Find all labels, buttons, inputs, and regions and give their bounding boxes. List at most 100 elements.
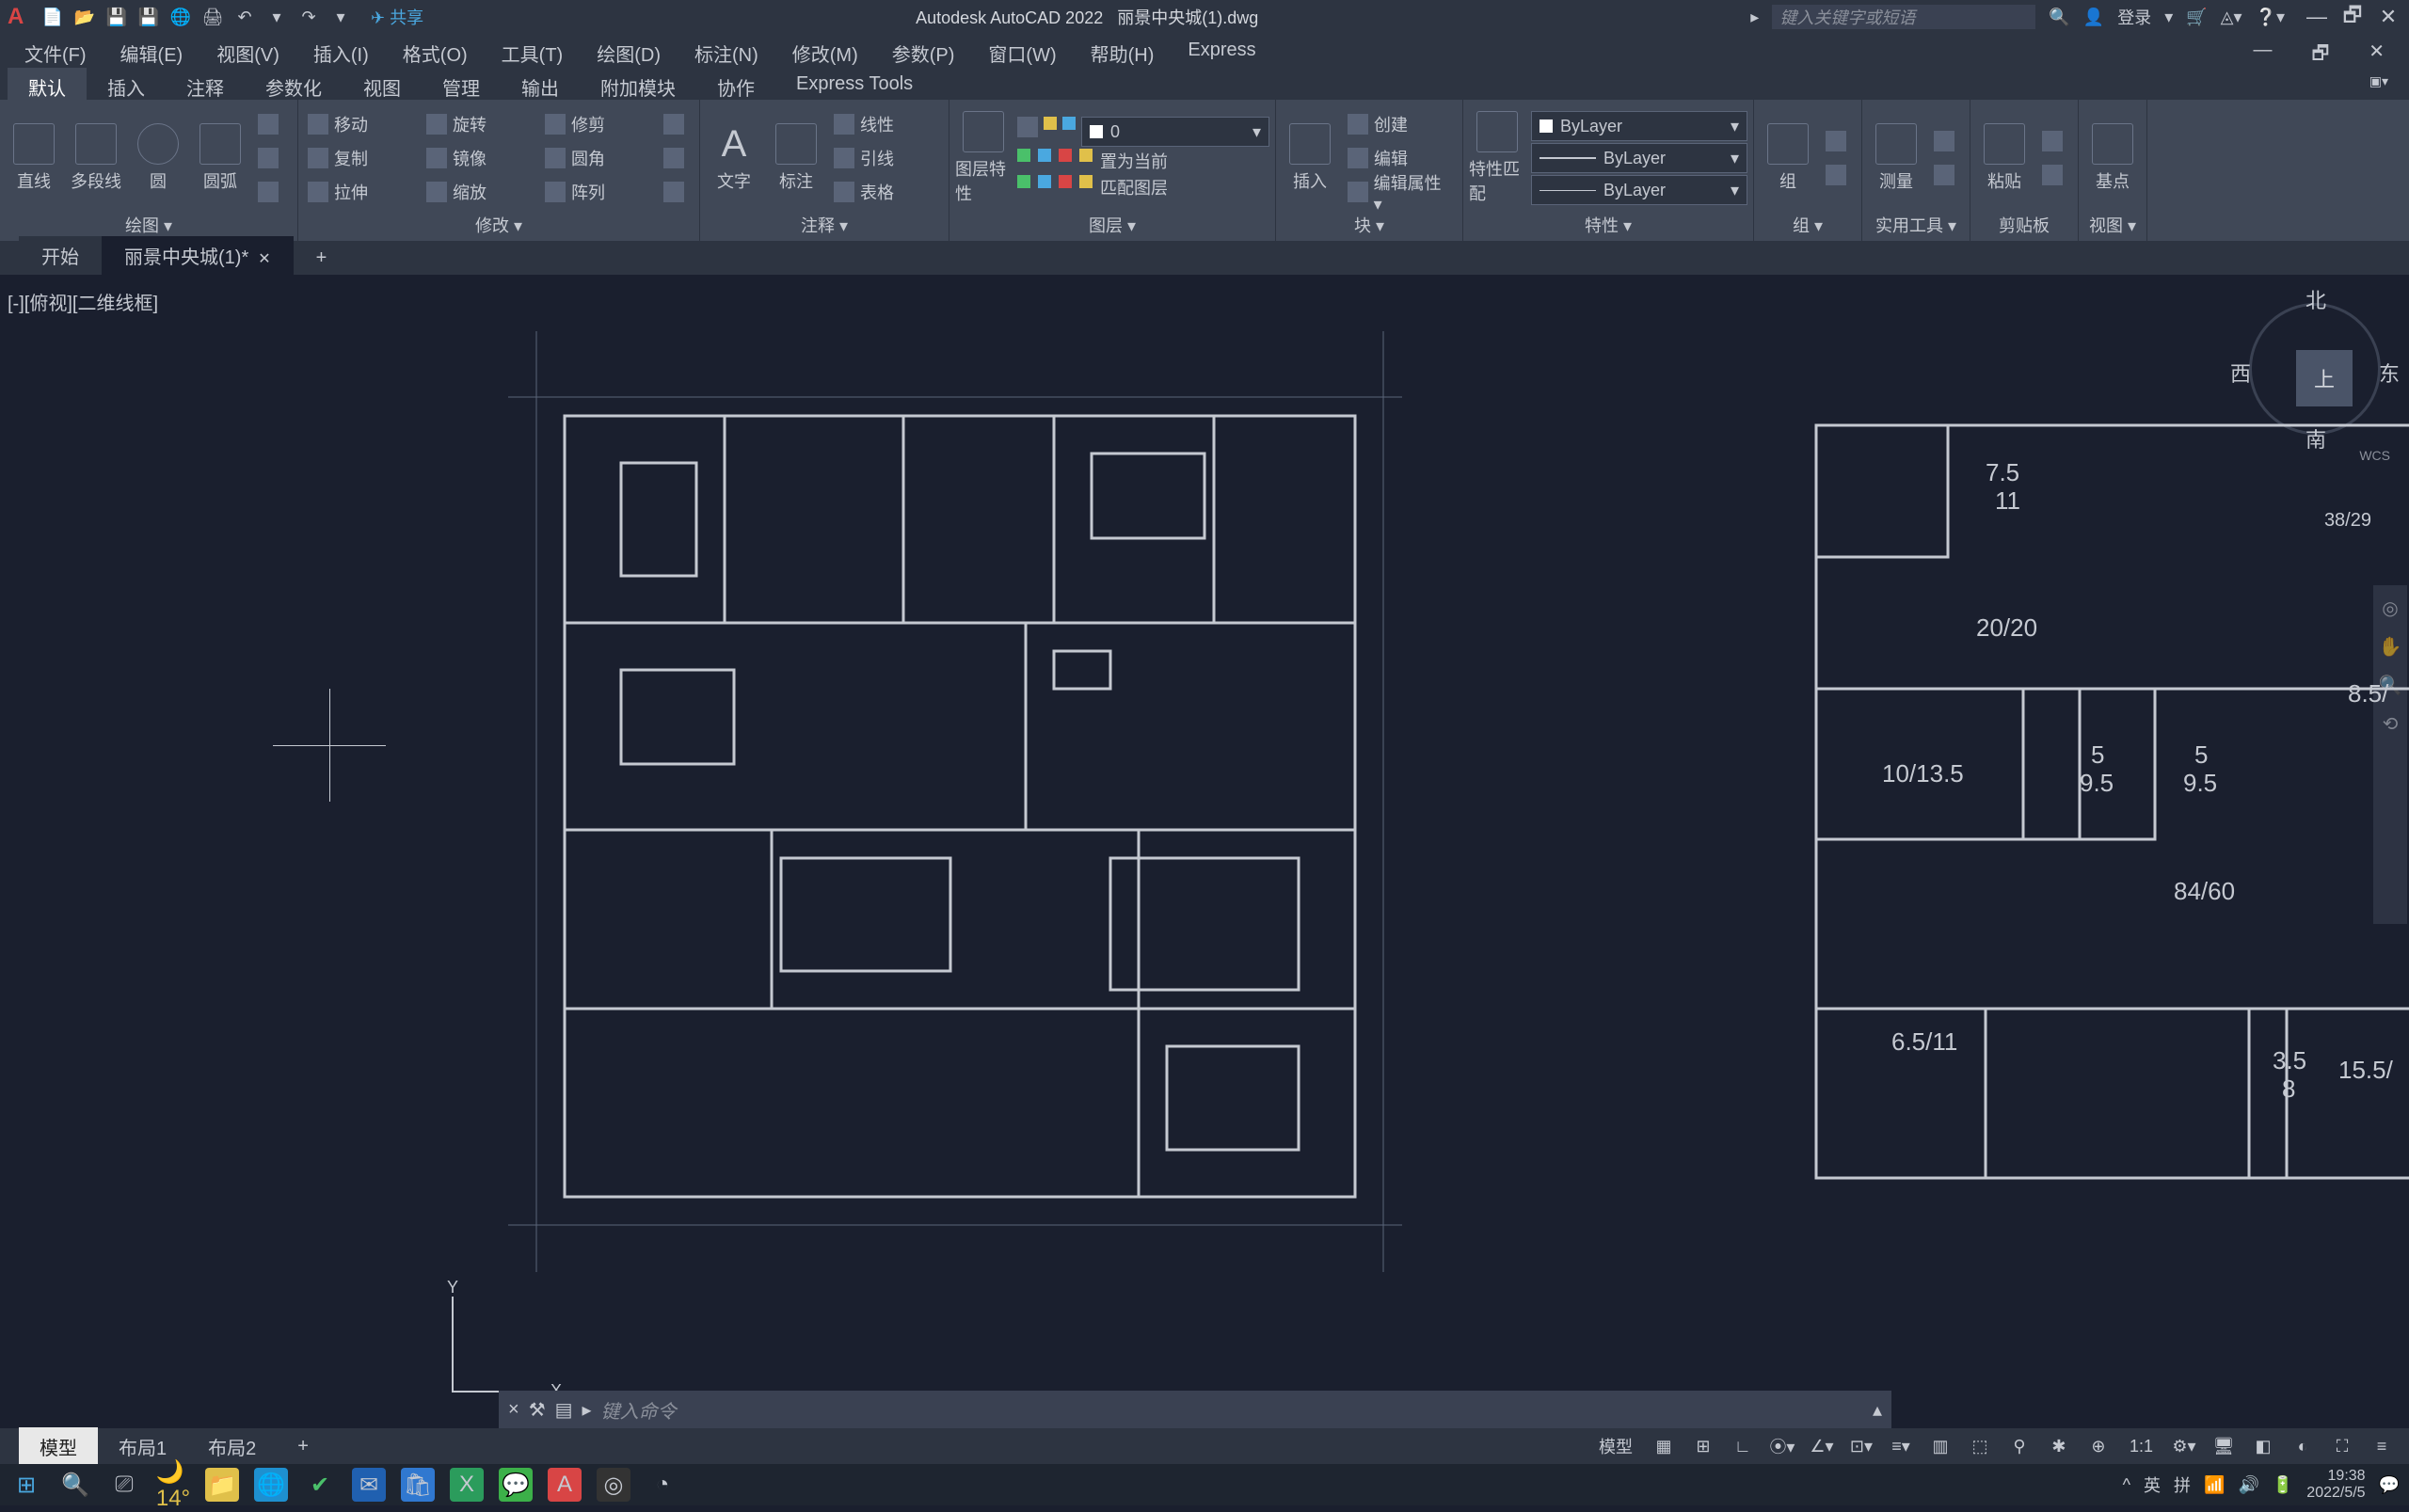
panel-props-label[interactable]: 特性 ▾	[1469, 213, 1747, 237]
login-button[interactable]: 登录	[2117, 5, 2151, 29]
menu-dim[interactable]: 标注(N)	[678, 34, 775, 68]
color-dropdown[interactable]: ByLayer▾	[1531, 111, 1747, 141]
util-tool-icon[interactable]	[1930, 159, 1964, 191]
linear-button[interactable]: 线性	[830, 108, 943, 140]
weather-icon[interactable]: 🌙 14°	[156, 1468, 190, 1502]
share-button[interactable]: ✈ 共享	[371, 5, 423, 29]
tab-model[interactable]: 模型	[19, 1427, 98, 1466]
edge-icon[interactable]: 🌐	[254, 1468, 288, 1502]
panel-draw-label[interactable]: 绘图 ▾	[6, 213, 292, 237]
layer-tool-icon[interactable]	[1079, 175, 1093, 188]
linetype-dropdown[interactable]: ByLayer▾	[1531, 175, 1747, 205]
rect-button[interactable]	[254, 108, 292, 140]
command-line[interactable]: × ⚒ ▤ ▸ 键入命令 ▴	[499, 1391, 1891, 1428]
store-icon[interactable]: 🛍	[401, 1468, 435, 1502]
cleanscreen-icon[interactable]: ⛶	[2328, 1432, 2356, 1460]
base-button[interactable]: 基点	[2084, 106, 2141, 210]
tracking-icon[interactable]: ⊡▾	[1847, 1432, 1875, 1460]
panel-layer-label[interactable]: 图层 ▾	[955, 213, 1269, 237]
doctab-add[interactable]: +	[294, 242, 350, 275]
wifi-icon[interactable]: 📶	[2204, 1475, 2225, 1495]
tab-add-layout[interactable]: +	[277, 1430, 329, 1463]
customize-icon[interactable]: ≡	[2368, 1432, 2396, 1460]
mail-icon[interactable]: ✉	[352, 1468, 386, 1502]
leader-button[interactable]: 引线	[830, 142, 943, 174]
freeze-icon[interactable]	[1062, 117, 1076, 130]
status-model[interactable]: 模型	[1593, 1434, 1638, 1458]
layer-icon[interactable]	[1017, 117, 1038, 137]
wechat-icon[interactable]: 💬	[499, 1468, 533, 1502]
notifications-icon[interactable]: 💬	[2379, 1475, 2400, 1495]
viewcube-w[interactable]: 西	[2230, 358, 2251, 388]
ellipse-button[interactable]	[254, 176, 292, 208]
layer-tool-icon[interactable]	[1059, 149, 1072, 162]
blockcreate-button[interactable]: 创建	[1344, 108, 1457, 140]
annoadd-icon[interactable]: ⊕	[2084, 1432, 2113, 1460]
menu-draw[interactable]: 绘图(D)	[580, 34, 678, 68]
copy-icon[interactable]	[2038, 159, 2072, 191]
isolation-icon[interactable]: ◧	[2249, 1432, 2277, 1460]
menu-window[interactable]: 窗口(W)	[971, 34, 1073, 68]
saveas-icon[interactable]: 💾	[137, 6, 160, 28]
lineweight-dropdown[interactable]: ByLayer▾	[1531, 143, 1747, 173]
doctab-start[interactable]: 开始	[19, 236, 102, 275]
lineweight-icon[interactable]: ≡▾	[1887, 1432, 1915, 1460]
erase-button[interactable]	[660, 108, 694, 140]
layer-tool-icon[interactable]	[1017, 149, 1030, 162]
menu-file[interactable]: 文件(F)	[8, 34, 104, 68]
ime-lang[interactable]: 英	[2144, 1472, 2161, 1497]
layer-tool-icon[interactable]	[1079, 149, 1093, 162]
rotate-button[interactable]: 旋转	[423, 108, 535, 140]
menu-format[interactable]: 格式(O)	[386, 34, 485, 68]
layer-tool-icon[interactable]	[1038, 149, 1051, 162]
autodesk-icon[interactable]: ◬▾	[2221, 8, 2242, 27]
scale-button[interactable]: 缩放	[423, 176, 535, 208]
cmdline-custom-icon[interactable]: ⚒	[529, 1398, 546, 1422]
cart-icon[interactable]: 🛒	[2186, 8, 2207, 27]
tab-layout2[interactable]: 布局2	[187, 1427, 277, 1466]
offset-button[interactable]	[660, 176, 694, 208]
selection-icon[interactable]: ⬚	[1966, 1432, 1994, 1460]
trim-button[interactable]: 修剪	[541, 108, 654, 140]
viewcube-e[interactable]: 东	[2379, 358, 2400, 388]
redo-drop-icon[interactable]: ▾	[329, 6, 352, 28]
start-icon[interactable]: ⊞	[9, 1468, 43, 1502]
dim-button[interactable]: 标注	[768, 106, 824, 210]
lightbulb-icon[interactable]	[1044, 117, 1057, 130]
close-icon[interactable]: ✕	[258, 251, 270, 267]
tab-annotate[interactable]: 注释	[166, 68, 245, 100]
tab-output[interactable]: 输出	[501, 68, 580, 100]
util-tool-icon[interactable]	[1930, 125, 1964, 157]
restore-icon[interactable]: 🗗	[2339, 4, 2366, 30]
panel-block-label[interactable]: 块 ▾	[1282, 213, 1457, 237]
workspace-icon[interactable]: ⚙▾	[2170, 1432, 2198, 1460]
tab-param[interactable]: 参数化	[245, 68, 343, 100]
tab-expresstools[interactable]: Express Tools	[775, 68, 933, 100]
cmdline-prompt[interactable]: 键入命令	[601, 1396, 677, 1424]
autocad-icon[interactable]: A	[548, 1468, 582, 1502]
excel-icon[interactable]: X	[450, 1468, 484, 1502]
new-icon[interactable]: 📄	[41, 6, 64, 28]
taskview-icon[interactable]: ⎚	[107, 1468, 141, 1502]
search-icon[interactable]: 🔍	[2049, 8, 2069, 27]
polar-icon[interactable]: ⦿▾	[1768, 1432, 1796, 1460]
array-button[interactable]: 阵列	[541, 176, 654, 208]
volume-icon[interactable]: 🔊	[2238, 1475, 2258, 1495]
stretch-button[interactable]: 拉伸	[304, 176, 417, 208]
plot-icon[interactable]: 🖨	[201, 6, 224, 28]
ortho-icon[interactable]: ∟	[1729, 1432, 1757, 1460]
annoscale-icon[interactable]: ⚲	[2005, 1432, 2034, 1460]
doctab-active[interactable]: 丽景中央城(1)*✕	[102, 236, 294, 275]
minimize-icon[interactable]: —	[2304, 4, 2330, 30]
doc-minimize-icon[interactable]: —	[2236, 34, 2289, 68]
move-button[interactable]: 移动	[304, 108, 417, 140]
menu-view[interactable]: 视图(V)	[199, 34, 296, 68]
layer-tool-icon[interactable]	[1059, 175, 1072, 188]
doc-close-icon[interactable]: ✕	[2352, 34, 2401, 68]
menu-help[interactable]: 帮助(H)	[1074, 34, 1172, 68]
scale-display[interactable]: 1:1	[2124, 1437, 2159, 1456]
tab-manage[interactable]: 管理	[422, 68, 501, 100]
menu-edit[interactable]: 编辑(E)	[104, 34, 200, 68]
layerprops-button[interactable]: 图层特性	[955, 106, 1012, 210]
todo-icon[interactable]: ✔	[303, 1468, 337, 1502]
